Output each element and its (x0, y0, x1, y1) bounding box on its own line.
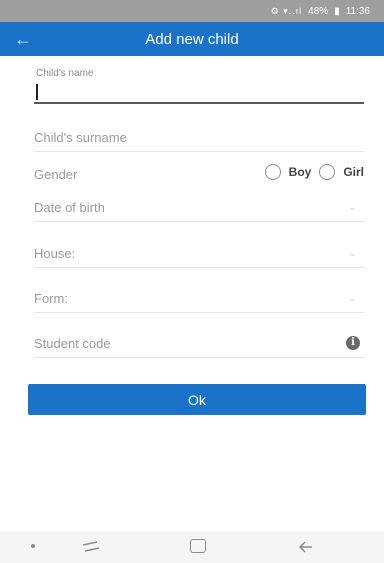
status-bar: ⚙ ▾..ıl 48% ▮ 11:36 (0, 0, 384, 22)
chevron-down-icon: ⌄ (348, 202, 356, 212)
student-code-placeholder: Student code (34, 336, 111, 351)
date-of-birth-field[interactable]: Date of birth ⌄ (34, 194, 364, 222)
gender-options: Boy Girl (264, 164, 364, 180)
gender-row: Gender Boy Girl (34, 160, 364, 188)
child-surname-field[interactable]: Child's surname (34, 124, 364, 152)
gender-option-boy[interactable]: Boy (264, 164, 312, 180)
gender-label: Gender (34, 166, 78, 182)
home-icon[interactable] (190, 539, 206, 553)
recent-apps-icon[interactable] (80, 539, 102, 555)
boy-label: Boy (288, 165, 312, 179)
boy-radio[interactable] (264, 164, 281, 180)
child-surname-placeholder: Child's surname (34, 130, 127, 145)
app-bar: ← Add new child (0, 22, 384, 56)
back-arrow-icon[interactable]: ← (14, 26, 42, 52)
text-cursor (36, 84, 38, 100)
house-field[interactable]: House: ⌄ (34, 240, 364, 268)
system-nav-bar (0, 531, 384, 563)
student-code-field[interactable]: Student code i (34, 330, 364, 358)
chevron-down-icon: ⌄ (348, 293, 356, 303)
girl-radio[interactable] (319, 164, 336, 180)
status-time: 11:36 (345, 5, 370, 17)
signal-icon: ⚙ ▾..ıl (270, 5, 303, 16)
child-name-input[interactable] (34, 82, 364, 104)
page-title: Add new child (145, 30, 239, 48)
nav-dot-icon (31, 544, 35, 548)
chevron-down-icon: ⌄ (348, 248, 356, 258)
info-icon[interactable]: i (346, 336, 360, 350)
child-name-label: Child's name (36, 68, 94, 79)
form-field[interactable]: Form: ⌄ (34, 285, 364, 313)
girl-label: Girl (343, 165, 364, 179)
battery-icon: ▮ (334, 5, 340, 17)
ok-button[interactable]: Ok (28, 384, 366, 415)
back-icon[interactable] (296, 537, 316, 557)
gender-option-girl[interactable]: Girl (319, 164, 364, 180)
form-placeholder: Form: (34, 291, 68, 306)
battery-percent: 48% (308, 5, 329, 17)
house-placeholder: House: (34, 246, 76, 261)
date-of-birth-placeholder: Date of birth (34, 200, 105, 215)
